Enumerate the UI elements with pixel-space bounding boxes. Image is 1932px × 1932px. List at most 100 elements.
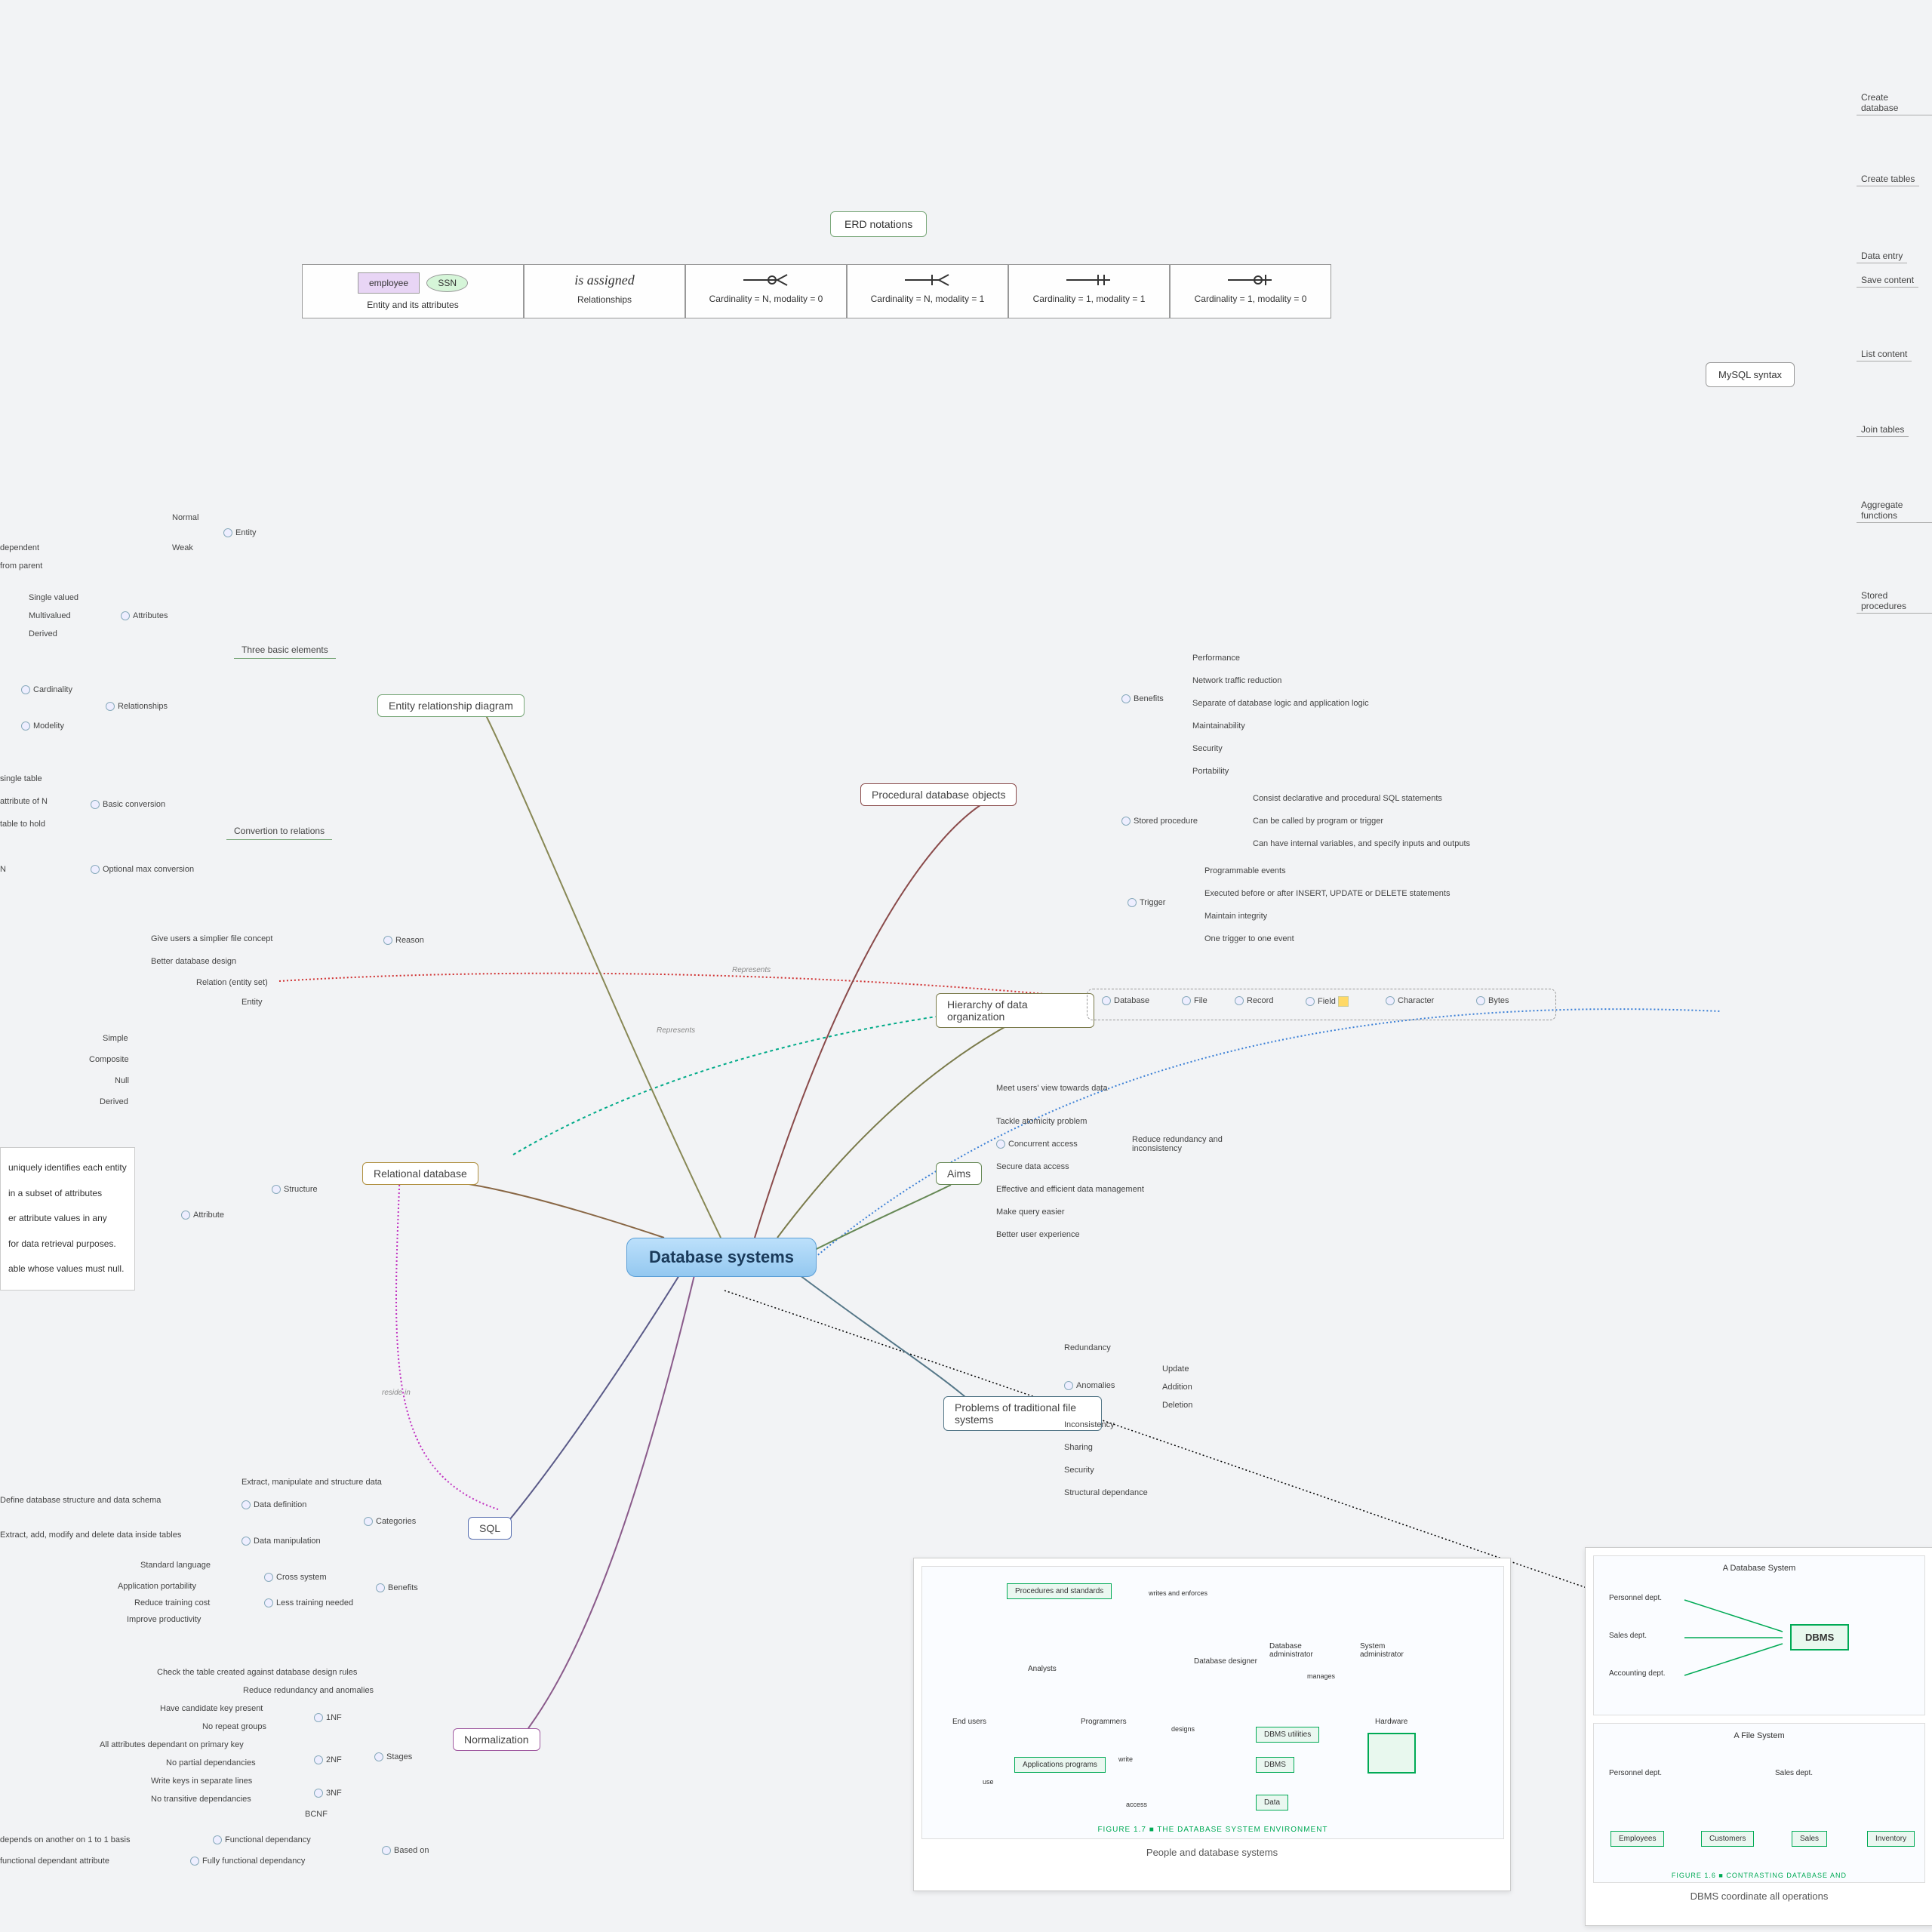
prob-sharing: Sharing bbox=[1064, 1443, 1093, 1452]
dept-sales: Sales dept. bbox=[1609, 1632, 1647, 1640]
mysql-save-content[interactable]: Save content bbox=[1857, 273, 1918, 288]
erd-card-10[interactable]: Cardinality = 1, modality = 0 bbox=[1170, 264, 1331, 318]
reason-users: Give users a simplier file concept bbox=[151, 934, 272, 943]
erd-card-10-caption: Cardinality = 1, modality = 0 bbox=[1183, 294, 1318, 304]
hier-field[interactable]: Field bbox=[1306, 996, 1349, 1007]
mysql-data-entry[interactable]: Data entry bbox=[1857, 249, 1907, 263]
sql-node[interactable]: SQL bbox=[468, 1517, 512, 1540]
mysql-aggregate[interactable]: Aggregate functions bbox=[1857, 498, 1932, 523]
proc-stored[interactable]: Stored procedure bbox=[1121, 817, 1198, 826]
hier-character[interactable]: Character bbox=[1386, 996, 1434, 1005]
three-basic-elements[interactable]: Three basic elements bbox=[234, 641, 336, 659]
fig16-title: FIGURE 1.6 ■ CONTRASTING DATABASE AND bbox=[1594, 1872, 1924, 1879]
erd-relationship-cell[interactable]: is assigned Relationships bbox=[524, 264, 685, 318]
structure-label[interactable]: Structure bbox=[272, 1185, 318, 1194]
sql-data-manip[interactable]: Data manipulation bbox=[242, 1537, 321, 1546]
norm-stages[interactable]: Stages bbox=[374, 1752, 412, 1761]
erd-entity-cell[interactable]: employee SSN Entity and its attributes bbox=[302, 264, 524, 318]
relationships-label[interactable]: Relationships bbox=[106, 702, 168, 711]
sql-data-def[interactable]: Data definition bbox=[242, 1500, 306, 1509]
norm-fully-func[interactable]: Fully functional dependancy bbox=[190, 1857, 305, 1866]
mysql-create-db[interactable]: Create database bbox=[1857, 91, 1932, 115]
proc-benefits[interactable]: Benefits bbox=[1121, 694, 1164, 703]
optional-conversion[interactable]: Optional max conversion bbox=[91, 865, 194, 874]
sql-categories[interactable]: Categories bbox=[364, 1517, 416, 1526]
norm-2nf-2: No partial dependancies bbox=[166, 1758, 256, 1767]
aims-3[interactable]: Concurrent access bbox=[996, 1140, 1078, 1149]
fig-hardware: Hardware bbox=[1375, 1718, 1407, 1726]
sql-cross-system[interactable]: Cross system bbox=[264, 1573, 327, 1582]
aims-node[interactable]: Aims bbox=[936, 1162, 982, 1185]
entity-label[interactable]: Entity bbox=[223, 528, 257, 537]
relational-db-node[interactable]: Relational database bbox=[362, 1162, 478, 1185]
erd-notations-node[interactable]: ERD notations bbox=[830, 211, 927, 237]
attr-single[interactable]: Single valued bbox=[29, 593, 78, 602]
norm-func-dep[interactable]: Functional dependancy bbox=[213, 1835, 311, 1844]
attribute-label[interactable]: Attribute bbox=[181, 1211, 224, 1220]
norm-3nf[interactable]: 3NF bbox=[314, 1789, 342, 1798]
hier-database[interactable]: Database bbox=[1102, 996, 1149, 1005]
norm-based-on[interactable]: Based on bbox=[382, 1846, 429, 1855]
proc-trig-3: Maintain integrity bbox=[1204, 912, 1267, 921]
hier-bytes[interactable]: Bytes bbox=[1476, 996, 1509, 1005]
reside-label: reside in bbox=[382, 1389, 411, 1397]
conv-single-table: single table bbox=[0, 774, 42, 783]
attr-derived2[interactable]: Derived bbox=[100, 1097, 128, 1106]
fig-app-programs: Applications programs bbox=[1014, 1757, 1106, 1773]
file-dept-personnel: Personnel dept. bbox=[1609, 1769, 1662, 1777]
attr-composite[interactable]: Composite bbox=[89, 1055, 129, 1064]
reason-label[interactable]: Reason bbox=[383, 936, 424, 945]
mysql-stored-proc[interactable]: Stored procedures bbox=[1857, 589, 1932, 614]
attr-multi[interactable]: Multivalued bbox=[29, 611, 71, 620]
attr-derived[interactable]: Derived bbox=[29, 629, 57, 638]
norm-1nf-1: Have candidate key present bbox=[160, 1704, 263, 1713]
proc-maint: Maintainability bbox=[1192, 721, 1245, 731]
mysql-create-tables[interactable]: Create tables bbox=[1857, 172, 1919, 186]
erd-card-n1[interactable]: Cardinality = N, modality = 1 bbox=[847, 264, 1008, 318]
entity-parent: from parent bbox=[0, 561, 42, 571]
central-topic[interactable]: Database systems bbox=[626, 1238, 817, 1277]
procedural-node[interactable]: Procedural database objects bbox=[860, 783, 1017, 806]
erd-card-n0-caption: Cardinality = N, modality = 0 bbox=[698, 294, 834, 304]
hier-record[interactable]: Record bbox=[1235, 996, 1273, 1005]
erd-card-11[interactable]: Cardinality = 1, modality = 1 bbox=[1008, 264, 1170, 318]
erd-card-n0[interactable]: Cardinality = N, modality = 0 bbox=[685, 264, 847, 318]
attributes-label[interactable]: Attributes bbox=[121, 611, 168, 620]
attr-simple[interactable]: Simple bbox=[103, 1034, 128, 1043]
proc-trigger[interactable]: Trigger bbox=[1128, 898, 1165, 907]
fig-write: write bbox=[1118, 1755, 1133, 1763]
file-customers: Customers bbox=[1701, 1831, 1754, 1847]
sql-reduce-cost: Reduce training cost bbox=[134, 1598, 210, 1607]
rel-modelity[interactable]: Modelity bbox=[21, 721, 64, 731]
norm-2nf[interactable]: 2NF bbox=[314, 1755, 342, 1764]
prob-redundancy: Redundancy bbox=[1064, 1343, 1111, 1352]
norm-dep-desc2: functional dependant attribute bbox=[0, 1857, 109, 1866]
er-diagram-node[interactable]: Entity relationship diagram bbox=[377, 694, 525, 717]
mysql-syntax-node[interactable]: MySQL syntax bbox=[1706, 362, 1795, 387]
prob-anomalies[interactable]: Anomalies bbox=[1064, 1381, 1115, 1390]
erd-rel-caption: Relationships bbox=[537, 294, 672, 305]
sql-benefits[interactable]: Benefits bbox=[376, 1583, 418, 1592]
relation-entity-set[interactable]: Relation (entity set) bbox=[196, 978, 268, 987]
dept-personnel: Personnel dept. bbox=[1609, 1594, 1662, 1602]
norm-bcnf[interactable]: BCNF bbox=[305, 1810, 328, 1819]
aims-2: Tackle atomicity problem bbox=[996, 1117, 1087, 1126]
entity-weak[interactable]: Weak bbox=[172, 543, 193, 552]
rel-cardinality[interactable]: Cardinality bbox=[21, 685, 72, 694]
normalization-node[interactable]: Normalization bbox=[453, 1728, 540, 1751]
basic-conversion[interactable]: Basic conversion bbox=[91, 800, 165, 809]
note-icon[interactable] bbox=[1338, 996, 1349, 1007]
fig-dbms-util: DBMS utilities bbox=[1256, 1727, 1319, 1743]
mysql-list-content[interactable]: List content bbox=[1857, 347, 1912, 361]
conversion-relations[interactable]: Convertion to relations bbox=[226, 823, 332, 840]
mysql-join-tables[interactable]: Join tables bbox=[1857, 423, 1909, 437]
aims-7: Better user experience bbox=[996, 1230, 1080, 1239]
entity-normal[interactable]: Normal bbox=[172, 513, 198, 522]
proc-trig-4: One trigger to one event bbox=[1204, 934, 1294, 943]
attr-null[interactable]: Null bbox=[115, 1076, 129, 1085]
hier-file[interactable]: File bbox=[1182, 996, 1208, 1005]
hierarchy-node[interactable]: Hierarchy of data organization bbox=[936, 993, 1094, 1028]
entity-leaf[interactable]: Entity bbox=[242, 998, 263, 1007]
sql-less-training[interactable]: Less training needed bbox=[264, 1598, 353, 1607]
norm-1nf[interactable]: 1NF bbox=[314, 1713, 342, 1722]
